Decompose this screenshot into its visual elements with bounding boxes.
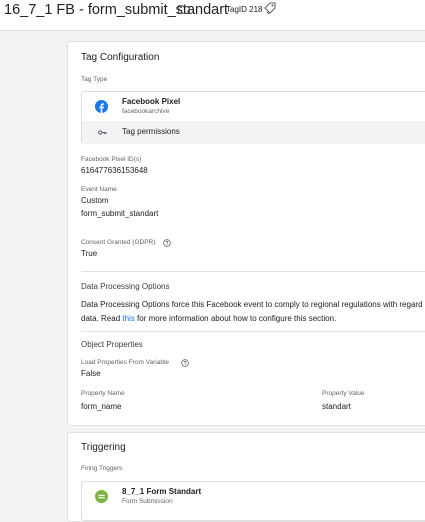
divider (81, 271, 425, 272)
facebook-icon (95, 100, 108, 113)
data-processing-text-b: for more information about how to config… (134, 314, 337, 323)
tag-type-source: facebookarchive (122, 108, 170, 115)
trigger-row[interactable]: 8_7_1 Form Standart Form Submission (81, 481, 425, 521)
tag-title[interactable]: 16_7_1 FB - form_submit_standart (4, 2, 228, 18)
tag-id-label: TagID 218 (226, 5, 263, 14)
key-icon (98, 130, 107, 135)
data-processing-title: Data Processing Options (81, 282, 170, 291)
event-name-value: form_submit_standart (81, 209, 159, 218)
tag-icon (264, 2, 276, 15)
data-processing-link[interactable]: this (122, 314, 134, 323)
data-processing-text: Data Processing Options force this Faceb… (81, 300, 423, 309)
help-icon[interactable] (163, 239, 171, 247)
form-submission-icon (95, 490, 108, 503)
load-properties-label: Load Properties From Variable (81, 359, 170, 366)
property-value-header: Property Value (322, 390, 365, 397)
tag-type-row[interactable]: Facebook Pixel facebookarchive (82, 92, 425, 121)
event-name-label: Event Name (81, 186, 117, 193)
tag-type-box[interactable]: Facebook Pixel facebookarchive Tag permi… (81, 91, 425, 144)
triggering-card[interactable]: Triggering Firing Triggers 8_7_1 Form St… (67, 432, 425, 522)
consent-value: True (81, 249, 98, 258)
tag-permissions-row[interactable]: Tag permissions (82, 121, 425, 144)
data-processing-text-a: data. Read (81, 314, 123, 323)
event-name-type: Custom (81, 196, 109, 205)
trigger-name: 8_7_1 Form Standart (122, 487, 202, 496)
tag-configuration-card[interactable]: Tag Configuration Tag Type Facebook Pixe… (67, 41, 425, 426)
property-value-cell: standart (322, 402, 351, 411)
object-properties-title: Object Properties (81, 340, 143, 349)
folder-icon[interactable] (178, 5, 190, 14)
divider (81, 331, 425, 332)
pixel-ids-label: Facebook Pixel ID(s) (81, 156, 142, 163)
load-properties-value: False (81, 369, 101, 378)
pixel-ids-value: 616477636153648 (81, 166, 148, 175)
consent-label: Consent Granted (GDPR) (81, 239, 156, 246)
triggering-title: Triggering (81, 442, 126, 453)
property-name-cell: form_name (81, 402, 122, 411)
help-icon[interactable] (181, 359, 189, 367)
tag-type-label: Tag Type (81, 76, 108, 83)
tag-configuration-title: Tag Configuration (81, 52, 160, 63)
data-processing-text-line2: data. Read this for more information abo… (81, 314, 336, 324)
firing-triggers-label: Firing Triggers (81, 465, 123, 472)
tag-permissions-label: Tag permissions (122, 127, 180, 136)
trigger-type: Form Submission (122, 498, 173, 505)
tag-type-name: Facebook Pixel (122, 97, 181, 106)
property-name-header: Property Name (81, 390, 125, 397)
top-bar: 16_7_1 FB - form_submit_standart TagID 2… (0, 0, 425, 31)
